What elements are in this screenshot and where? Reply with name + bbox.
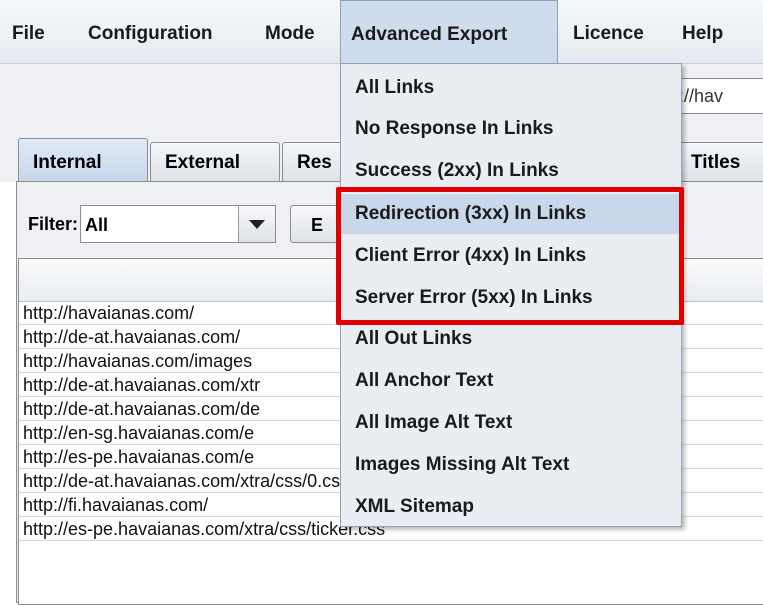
menu-item-no-response-in-links[interactable]: No Response In Links <box>341 109 681 149</box>
tab-titles[interactable]: Titles <box>676 142 763 182</box>
highlight-annotation-box <box>336 187 684 325</box>
menu-configuration[interactable]: Configuration <box>88 0 213 63</box>
menu-item-success-in-links[interactable]: Success (2xx) In Links <box>341 151 681 191</box>
tab-external[interactable]: External <box>150 142 280 182</box>
menu-item-all-anchor-text[interactable]: All Anchor Text <box>341 361 681 401</box>
menu-advanced-export[interactable]: Advanced Export <box>340 0 558 63</box>
filter-select[interactable]: All <box>80 205 276 243</box>
menu-bar: File Configuration Mode Advanced Export … <box>0 0 763 64</box>
menu-item-images-missing-alt-text[interactable]: Images Missing Alt Text <box>341 445 681 485</box>
menu-licence[interactable]: Licence <box>573 0 644 63</box>
tab-internal[interactable]: Internal <box>18 138 148 182</box>
menu-file[interactable]: File <box>12 0 45 63</box>
menu-item-all-out-links[interactable]: All Out Links <box>341 319 681 359</box>
chevron-down-icon[interactable] <box>238 206 275 242</box>
menu-item-all-image-alt-text[interactable]: All Image Alt Text <box>341 403 681 443</box>
menu-item-all-links[interactable]: All Links <box>341 68 681 108</box>
filter-value: All <box>85 215 109 235</box>
filter-label: Filter: <box>28 214 79 234</box>
menu-mode[interactable]: Mode <box>265 0 315 63</box>
menu-help[interactable]: Help <box>682 0 723 63</box>
menu-item-xml-sitemap[interactable]: XML Sitemap <box>341 487 681 527</box>
